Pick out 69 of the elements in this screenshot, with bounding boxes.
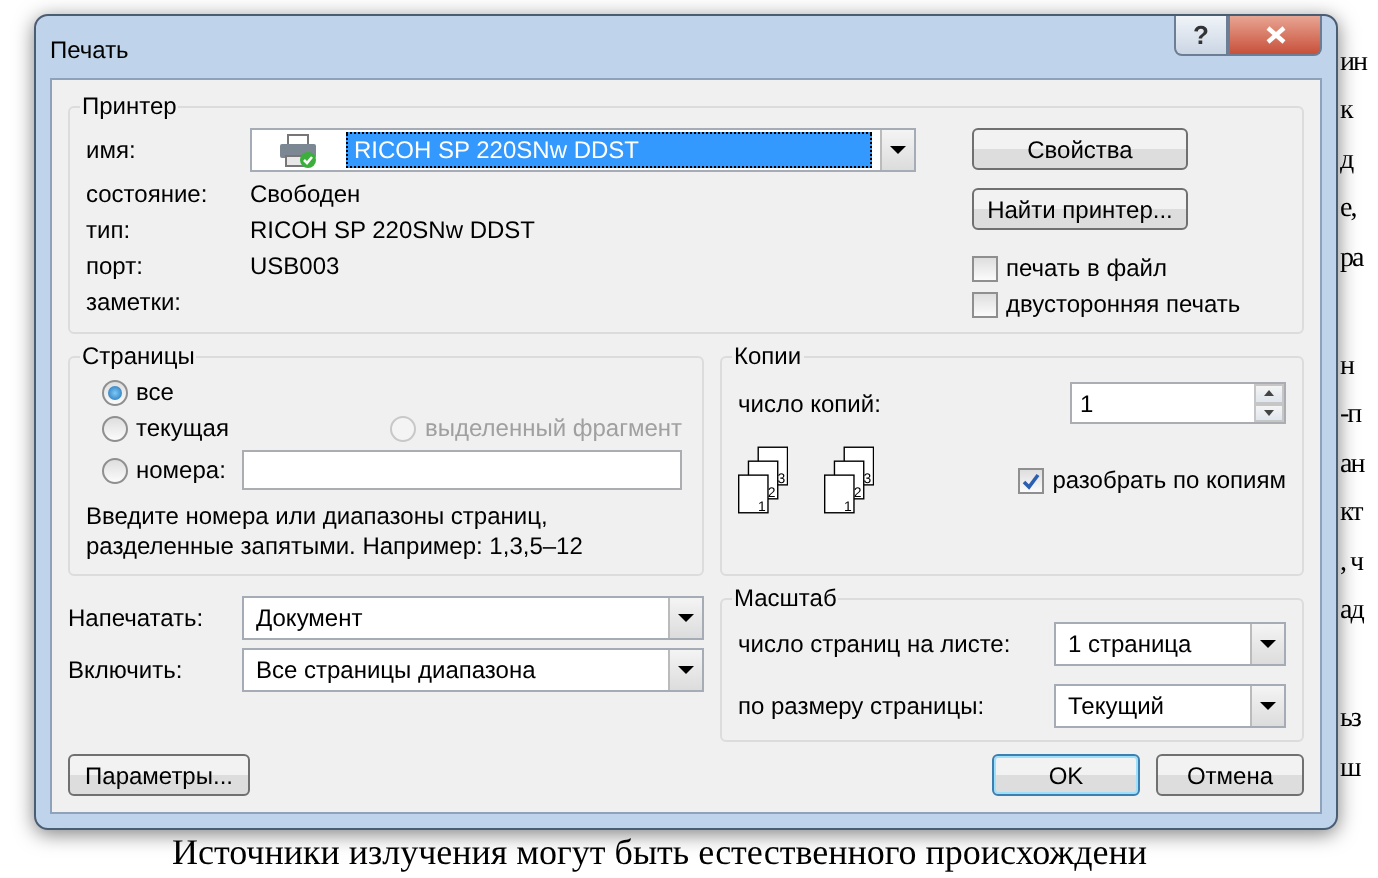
document-text: ин [1340, 46, 1366, 82]
document-text: ра [1340, 241, 1363, 278]
radio-label: выделенный фрагмент [424, 414, 682, 442]
checkbox[interactable] [972, 291, 998, 317]
dropdown-field[interactable]: Текущий [1054, 684, 1286, 728]
group-title: Страницы [80, 342, 197, 370]
field-value: RICOH SP 220SNw DDST [250, 216, 535, 244]
field-label: заметки: [86, 288, 183, 316]
dialog-button[interactable]: Параметры... [68, 754, 250, 796]
document-text: ш [1340, 751, 1360, 788]
down-arrow-icon [1264, 409, 1274, 416]
group-title: Принтер [80, 92, 179, 120]
checkbox[interactable] [972, 255, 998, 281]
document-text: ьз [1340, 702, 1360, 739]
field-label: число копий: [738, 389, 883, 417]
field-value: USB003 [250, 252, 340, 280]
dialog-button[interactable]: OK [992, 754, 1140, 796]
field-value: Свободен [250, 180, 361, 208]
radio-label: текущая [136, 414, 229, 442]
window-title: Печать [50, 36, 129, 64]
radio-label: все [136, 378, 174, 406]
dropdown-field[interactable]: Все страницы диапазона [242, 648, 704, 692]
document-text: н [1340, 350, 1353, 387]
page-range-field[interactable] [242, 450, 682, 490]
caret-icon [678, 666, 694, 674]
radio-label: номера: [136, 456, 226, 484]
field-label: число страниц на листе: [738, 630, 1013, 658]
radio-button[interactable] [102, 415, 128, 441]
caret-icon [678, 614, 694, 622]
group-title: Копии [732, 342, 804, 370]
properties-button[interactable]: Свойства [972, 128, 1188, 170]
dropdown-field[interactable]: Документ [242, 596, 704, 640]
spin-up-button[interactable] [1254, 384, 1284, 403]
caret-icon [1260, 640, 1276, 648]
field-label: состояние: [86, 180, 210, 208]
hint-text: Введите номера или диапазоны страниц, разделенные запятыми. Например: 1,3,5–12 [86, 502, 585, 562]
field-label: по размеру страницы: [738, 692, 987, 720]
document-text: е, [1340, 192, 1356, 229]
checkbox-label: двусторонняя печать [1006, 290, 1241, 318]
checkbox-label: разобрать по копиям [1052, 466, 1286, 494]
document-text: кт [1340, 496, 1362, 533]
document-text: ан [1340, 447, 1364, 484]
radio-button[interactable] [102, 379, 128, 405]
document-text: , ч [1340, 545, 1363, 582]
document-text: -п [1340, 398, 1361, 435]
dialog-button[interactable]: Отмена [1156, 754, 1304, 796]
document-text: к [1340, 94, 1352, 131]
copies-spinner[interactable]: 1 [1070, 382, 1286, 424]
checkbox-label: печать в файл [1006, 254, 1167, 282]
field-label: Включить: [68, 656, 185, 684]
radio-button[interactable] [102, 457, 128, 483]
field-label: тип: [86, 216, 133, 244]
caret-icon [890, 146, 906, 154]
help-button[interactable]: ? [1174, 16, 1228, 56]
close-button[interactable] [1228, 16, 1322, 56]
printer-icon [278, 133, 318, 167]
document-text: д [1340, 143, 1353, 180]
find-printer-button[interactable]: Найти принтер... [972, 188, 1188, 230]
field-label: порт: [86, 252, 145, 280]
close-icon [1265, 26, 1285, 44]
field-label: имя: [86, 136, 138, 164]
dropdown-field[interactable]: 1 страница [1054, 622, 1286, 666]
checkbox[interactable] [1018, 467, 1045, 493]
up-arrow-icon [1264, 390, 1274, 397]
document-text: ад [1340, 594, 1363, 631]
document-text: Источники излучения могут быть естественного происхождени [172, 832, 1148, 874]
group-title: Масштаб [732, 584, 839, 612]
field-label: Напечатать: [68, 604, 206, 632]
caret-icon [1260, 702, 1276, 710]
